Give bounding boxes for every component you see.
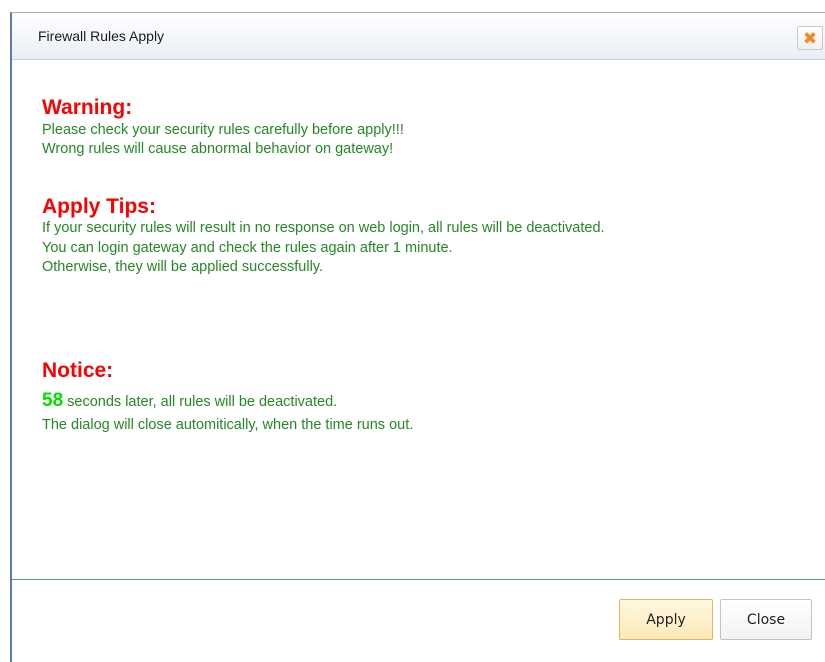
tips-line-3: Otherwise, they will be applied successf… [42,259,323,275]
notice-heading: Notice: [42,359,114,382]
dialog-titlebar: Firewall Rules Apply ✖ [12,13,825,60]
firewall-apply-dialog: Firewall Rules Apply ✖ Warning: Please c… [10,12,825,662]
apply-tips-heading: Apply Tips: [42,195,156,218]
dialog-title: Firewall Rules Apply [38,28,165,44]
tips-line-2: You can login gateway and check the rule… [42,240,453,256]
notice-line-2: The dialog will close automitically, whe… [42,417,414,433]
apply-button[interactable]: Apply [619,599,713,640]
countdown-suffix: seconds later, all rules will be deactiv… [63,394,338,410]
warning-line-2: Wrong rules will cause abnormal behavior… [42,141,394,157]
footer-divider [12,579,825,580]
close-button[interactable]: Close [720,599,812,640]
warning-line-1: Please check your security rules careful… [42,122,404,138]
countdown-seconds: 58 [42,390,64,411]
notice-line-1: 58 seconds later, all rules will be deac… [42,391,337,410]
tips-line-1: If your security rules will result in no… [42,220,605,236]
close-icon[interactable]: ✖ [797,26,823,50]
warning-heading: Warning: [42,96,133,119]
